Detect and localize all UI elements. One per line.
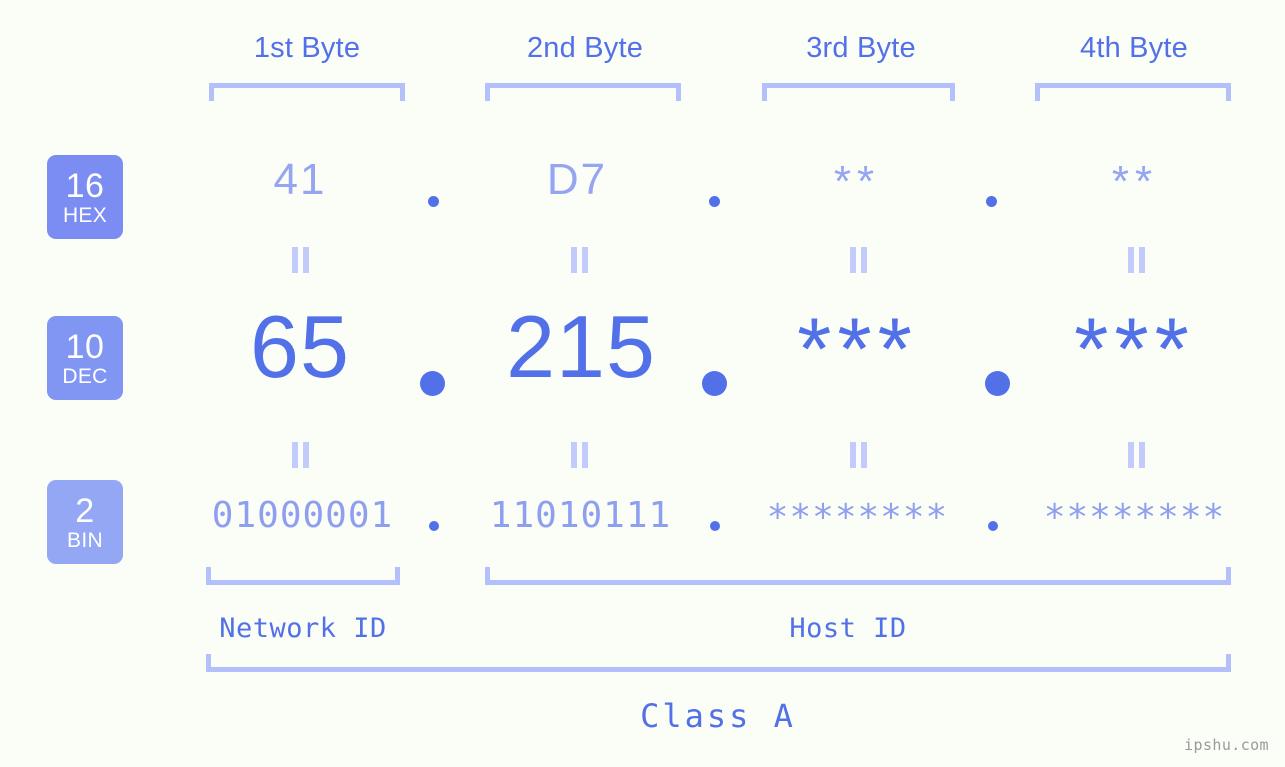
base-badge-hex: 16 HEX (47, 155, 123, 239)
equals-icon-dec-bin-4 (1127, 442, 1147, 468)
equals-icon-hex-dec-3 (849, 247, 869, 273)
dec-byte-4: *** (1074, 299, 1195, 398)
hex-byte-2: D7 (546, 155, 608, 204)
host-id-bracket (485, 567, 1231, 585)
byte-bracket-4 (1035, 83, 1231, 101)
bin-separator-2 (710, 521, 720, 531)
dec-separator-1 (420, 371, 445, 396)
dec-byte-2: 215 (506, 297, 656, 396)
site-watermark: ipshu.com (1184, 736, 1269, 754)
base-badge-hex-label: HEX (62, 203, 108, 227)
hex-separator-1 (428, 196, 439, 207)
hex-separator-3 (986, 196, 997, 207)
byte-bracket-1 (209, 83, 405, 101)
byte-bracket-3 (762, 83, 955, 101)
dec-separator-3 (985, 371, 1010, 396)
equals-icon-dec-bin-2 (570, 442, 590, 468)
byte-bracket-2 (485, 83, 681, 101)
base-badge-hex-number: 16 (65, 166, 105, 205)
hex-byte-3: ** (833, 157, 881, 206)
host-id-label: Host ID (789, 613, 907, 644)
hex-byte-4: ** (1111, 157, 1159, 206)
byte-header-4: 4th Byte (1080, 32, 1188, 64)
bin-byte-1: 01000001 (211, 495, 394, 536)
base-badge-bin-label: BIN (67, 528, 103, 552)
network-id-label: Network ID (219, 613, 387, 644)
ip-address-breakdown-diagram: 1st Byte 2nd Byte 3rd Byte 4th Byte 16 H… (0, 0, 1285, 767)
equals-icon-dec-bin-3 (849, 442, 869, 468)
hex-byte-1: 41 (273, 155, 327, 204)
base-badge-bin-number: 2 (75, 491, 95, 530)
bin-separator-1 (429, 521, 439, 531)
bin-byte-2: 11010111 (489, 495, 672, 536)
bin-separator-3 (988, 521, 998, 531)
byte-header-3: 3rd Byte (806, 32, 916, 64)
base-badge-dec: 10 DEC (47, 316, 123, 400)
bin-byte-4: ******** (1043, 497, 1226, 538)
base-badge-bin: 2 BIN (47, 480, 123, 564)
equals-icon-hex-dec-4 (1127, 247, 1147, 273)
dec-byte-3: *** (797, 299, 918, 398)
base-badge-dec-number: 10 (65, 327, 105, 366)
class-label: Class A (640, 697, 796, 735)
network-id-bracket (206, 567, 400, 585)
byte-header-2: 2nd Byte (526, 32, 644, 64)
equals-icon-hex-dec-2 (570, 247, 590, 273)
hex-separator-2 (709, 196, 720, 207)
dec-separator-2 (702, 371, 727, 396)
equals-icon-hex-dec-1 (291, 247, 311, 273)
byte-header-1: 1st Byte (253, 32, 361, 64)
class-bracket (206, 654, 1231, 672)
equals-icon-dec-bin-1 (291, 442, 311, 468)
base-badge-dec-label: DEC (62, 364, 108, 388)
bin-byte-3: ******** (766, 497, 949, 538)
dec-byte-1: 65 (250, 297, 350, 396)
